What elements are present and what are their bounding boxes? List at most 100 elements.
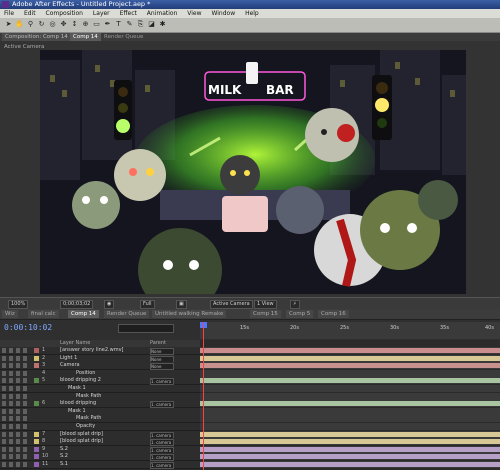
clone-stamp-icon[interactable]: ⎘	[136, 20, 145, 29]
timeline-tab-comp-5[interactable]: Comp 5	[286, 310, 314, 318]
layer-duration-bar[interactable]	[200, 439, 500, 445]
text-tool-icon[interactable]: T	[114, 20, 123, 29]
composition-frame[interactable]: MILK BAR	[40, 50, 466, 294]
menu-window[interactable]: Window	[211, 10, 235, 17]
layer-name-column[interactable]: Layer Name	[60, 340, 90, 347]
timeline-tab-comp-14[interactable]: Comp 14	[68, 310, 99, 318]
visibility-switches[interactable]	[2, 363, 28, 369]
layer-name[interactable]: blood dripping 2	[60, 377, 101, 384]
visibility-switches[interactable]	[2, 386, 28, 391]
layer-duration-bar[interactable]	[200, 348, 500, 353]
layer-row[interactable]: 5 blood dripping 2 1. camera	[0, 377, 500, 386]
label-color-swatch[interactable]	[34, 462, 39, 467]
visibility-switches[interactable]	[2, 408, 28, 414]
layer-name[interactable]: Camera	[60, 362, 80, 369]
layer-row[interactable]: 7 [blood splat drip] 1. camera	[0, 430, 500, 439]
label-color-swatch[interactable]	[34, 439, 39, 445]
label-color-swatch[interactable]	[34, 378, 39, 384]
playhead-line[interactable]	[203, 322, 204, 470]
layer-name[interactable]: blood dripping	[60, 400, 96, 407]
layer-name[interactable]: Opacity	[76, 423, 95, 430]
menu-edit[interactable]: Edit	[24, 10, 36, 17]
layer-row[interactable]: 3 Camera None	[0, 362, 500, 371]
label-color-swatch[interactable]	[34, 355, 39, 361]
layer-row[interactable]: 2 Light 1 None	[0, 354, 500, 363]
puppet-pin-icon[interactable]: ✱	[158, 20, 167, 29]
visibility-switches[interactable]	[2, 370, 28, 376]
eraser-tool-icon[interactable]: ◪	[147, 20, 156, 29]
layer-row[interactable]: 11 S.1 1. camera	[0, 461, 500, 469]
visibility-switches[interactable]	[2, 348, 28, 353]
menu-file[interactable]: File	[4, 10, 14, 17]
pan-behind-icon[interactable]: ⊕	[81, 20, 90, 29]
parent-column[interactable]: Parent	[150, 340, 166, 347]
label-color-swatch[interactable]	[34, 454, 39, 460]
menu-help[interactable]: Help	[245, 10, 259, 17]
layer-name[interactable]: [answer story line2.wmv]	[60, 347, 124, 354]
layer-row[interactable]: 6 blood dripping 1. camera	[0, 400, 500, 409]
menu-layer[interactable]: Layer	[93, 10, 110, 17]
visibility-switches[interactable]	[2, 431, 28, 437]
comp-14-tab[interactable]: Comp 14	[70, 33, 101, 41]
layer-row[interactable]: Mask 1	[0, 407, 500, 416]
layer-name[interactable]: [blood splat drip]	[60, 438, 103, 445]
timeline-tab-untitled-walking[interactable]: Untitled walking Remake	[152, 310, 227, 318]
composition-panel-tab[interactable]: Composition: Comp 14	[2, 33, 71, 41]
menu-composition[interactable]: Composition	[46, 10, 83, 17]
visibility-switches[interactable]	[2, 424, 28, 429]
label-color-swatch[interactable]	[34, 446, 39, 452]
track-xy-icon[interactable]: ✥	[59, 20, 68, 29]
layer-name[interactable]: [blood splat drip]	[60, 431, 103, 438]
layer-duration-bar[interactable]	[200, 401, 500, 407]
layer-name[interactable]: Position	[76, 370, 95, 377]
track-z-icon[interactable]: ↕	[70, 20, 79, 29]
zoom-select[interactable]: 100%	[8, 300, 29, 309]
layer-duration-bar[interactable]	[200, 355, 500, 361]
brush-tool-icon[interactable]: ✎	[125, 20, 134, 29]
layer-name[interactable]: S.2	[60, 453, 68, 460]
fast-previews-icon[interactable]: ⚡	[290, 300, 300, 309]
timeline-tab-render-queue[interactable]: Render Queue	[104, 310, 150, 318]
label-color-swatch[interactable]	[34, 431, 39, 437]
layer-row[interactable]: Opacity	[0, 423, 500, 431]
layer-row[interactable]: 10 S.2 1. camera	[0, 453, 500, 462]
label-color-swatch[interactable]	[34, 348, 39, 353]
pen-tool-icon[interactable]: ✒	[103, 20, 112, 29]
layer-name[interactable]: S.2	[60, 446, 68, 453]
hand-tool-icon[interactable]: ✋	[15, 20, 24, 29]
time-ruler[interactable]: 15s 20s 25s 30s 35s 40s	[200, 322, 500, 339]
region-of-interest-icon[interactable]: ▣	[176, 300, 187, 309]
layer-row[interactable]: Mask Path	[0, 392, 500, 401]
selection-tool-icon[interactable]: ➤	[4, 20, 13, 29]
layer-name[interactable]: Mask Path	[76, 393, 101, 400]
menu-animation[interactable]: Animation	[147, 10, 178, 17]
visibility-switches[interactable]	[2, 446, 28, 452]
layer-name[interactable]: Mask 1	[68, 385, 86, 392]
view-layout-select[interactable]: 1 View	[254, 300, 277, 309]
layer-name[interactable]: Light 1	[60, 355, 77, 362]
rectangle-mask-icon[interactable]: ▭	[92, 20, 101, 29]
layer-duration-bar[interactable]	[200, 446, 500, 452]
current-time-display[interactable]: 0;00;03;02	[60, 300, 94, 309]
visibility-switches[interactable]	[2, 416, 28, 422]
layer-duration-bar[interactable]	[200, 454, 500, 460]
layer-name[interactable]: Mask Path	[76, 415, 101, 422]
menu-effect[interactable]: Effect	[120, 10, 137, 17]
parent-select[interactable]: 1. camera	[150, 462, 174, 469]
layer-search-input[interactable]	[118, 324, 174, 333]
layer-row[interactable]: 1 [answer story line2.wmv] None	[0, 347, 500, 355]
render-queue-tab[interactable]: Render Queue	[104, 33, 143, 41]
visibility-switches[interactable]	[2, 439, 28, 445]
visibility-switches[interactable]	[2, 378, 28, 384]
menu-view[interactable]: View	[187, 10, 201, 17]
layer-row[interactable]: Mask Path	[0, 415, 500, 424]
visibility-switches[interactable]	[2, 355, 28, 361]
camera-snapshot-icon[interactable]: ◉	[104, 300, 115, 309]
visibility-switches[interactable]	[2, 401, 28, 407]
timeline-tab-comp-15[interactable]: Comp 15	[250, 310, 281, 318]
layer-duration-bar[interactable]	[200, 363, 500, 369]
timeline-tab-wiz[interactable]: Wiz	[2, 310, 18, 318]
layer-duration-bar[interactable]	[200, 431, 500, 437]
orbit-camera-icon[interactable]: ◎	[48, 20, 57, 29]
layer-name[interactable]: Mask 1	[68, 408, 86, 415]
